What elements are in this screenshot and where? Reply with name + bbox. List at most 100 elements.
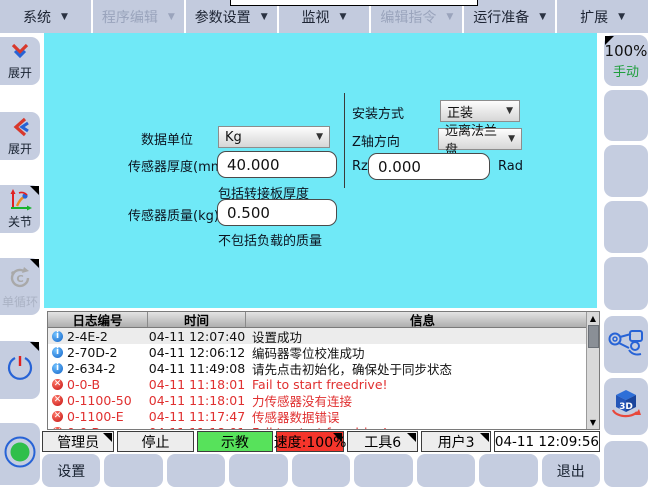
chevron-down-icon: ▼ [316,132,323,142]
bottom-empty-button[interactable] [229,454,287,487]
error-icon: ✕ [52,427,63,430]
record-button[interactable] [0,423,40,485]
joint-mode-button[interactable]: 关节 [0,185,40,233]
exit-button[interactable]: 退出 [542,454,600,487]
log-body: i2-4E-2 04-11 12:07:40 设置成功 i2-70D-2 04-… [48,328,599,429]
column-divider [344,93,345,188]
sensor-thickness-input[interactable] [217,151,337,178]
chevron-down-icon: ▼ [506,106,513,116]
sensor-thickness-label: 传感器厚度(mm) [128,156,228,175]
menu-label: 编辑指令 [380,7,436,27]
speed-mode-button[interactable]: 100% 手动 [604,35,648,86]
bottom-empty-button[interactable] [292,454,350,487]
bottom-empty-button[interactable] [354,454,412,487]
chevron-down-icon: ▼ [261,12,268,22]
run-state-badge: 停止 [117,431,193,452]
bottom-empty-button[interactable] [104,454,162,487]
rz-label: Rz [352,159,368,174]
info-icon: i [52,363,63,374]
info-icon: i [52,331,63,342]
mount-method-select[interactable]: 正装 ▼ [440,100,520,122]
3d-rotate-icon: 3D [608,388,644,426]
speed-percent: 100% [605,42,648,60]
datetime-display: 04-11 12:09:56 [494,431,600,452]
log-table: 日志编号 时间 信息 i2-4E-2 04-11 12:07:40 设置成功 i… [47,311,600,430]
chevron-down-icon: ▼ [539,12,546,22]
sidebar-empty-button[interactable] [604,201,648,253]
robot-joint-axes-icon [8,189,32,215]
speed-badge[interactable]: 速度:100% [276,431,344,452]
chevron-down-icon: ▼ [446,12,453,22]
table-row[interactable]: ✕0-0-B 04-11 11:18:01 Fail to start free… [48,424,599,429]
user-frame-badge[interactable]: 用户3 [421,431,490,452]
sensor-mass-input[interactable] [217,199,337,226]
sidebar-empty-button[interactable] [604,145,648,197]
mount-method-value: 正装 [447,102,473,121]
bottom-empty-button[interactable] [167,454,225,487]
svg-text:C: C [16,274,23,285]
chevron-down-icon: ▼ [168,12,175,22]
menu-system[interactable]: 系统 ▼ [0,0,93,33]
expand-down-label: 展开 [8,67,32,80]
menu-program-edit: 程序编辑 ▼ [93,0,186,33]
teach-mode-badge: 示教 [197,431,273,452]
expand-left-label: 展开 [8,143,32,156]
mount-method-label: 安装方式 [352,103,404,122]
single-cycle-label: 单循环 [2,296,38,309]
log-header-time: 时间 [148,312,246,327]
data-unit-label: 数据单位 [141,129,193,148]
bottom-empty-button[interactable] [479,454,537,487]
robot-camera-button[interactable] [604,316,648,373]
status-bar: 管理员 停止 示教 速度:100% 工具6 用户3 04-11 12:09:56 [42,431,600,452]
menu-label: 运行准备 [473,7,529,27]
table-row[interactable]: ✕0-1100-E 04-11 11:17:47 传感器数据错误 [48,408,599,424]
scroll-up-icon[interactable]: ▲ [587,312,600,325]
z-axis-direction-label: Z轴方向 [352,131,400,150]
double-chevron-down-icon [9,42,31,66]
menu-label: 监视 [302,7,330,27]
data-unit-select[interactable]: Kg ▼ [218,126,330,148]
expand-down-button[interactable]: 展开 [0,37,40,85]
z-axis-direction-select[interactable]: 远离法兰盘 ▼ [438,128,522,150]
chevron-down-icon: ▼ [61,12,68,22]
settings-button[interactable]: 设置 [42,454,100,487]
chevron-down-icon: ▼ [340,12,347,22]
single-cycle-button: C 单循环 [0,258,40,315]
power-button[interactable] [0,341,40,399]
log-scrollbar[interactable]: ▲ ▼ [586,312,599,429]
tool-badge[interactable]: 工具6 [347,431,418,452]
log-table-header: 日志编号 时间 信息 [48,312,599,328]
error-icon: ✕ [52,395,63,406]
sidebar-empty-button[interactable] [604,441,648,487]
sidebar-empty-button[interactable] [604,90,648,141]
expand-left-button[interactable]: 展开 [0,112,40,160]
mass-helper-text: 不包括负载的质量 [218,230,322,249]
menu-run-preparation[interactable]: 运行准备 ▼ [464,0,557,33]
log-header-msg: 信息 [246,312,599,327]
menu-label: 程序编辑 [102,7,158,27]
cube-3d-text: 3D [619,402,633,412]
log-header-id: 日志编号 [48,312,148,327]
scrollbar-thumb[interactable] [588,325,599,348]
bottom-empty-button[interactable] [417,454,475,487]
chevron-down-icon: ▼ [618,12,625,22]
double-chevron-left-icon [10,116,30,142]
sidebar-empty-button[interactable] [604,257,648,310]
menu-label: 系统 [23,7,51,27]
power-icon [5,353,35,387]
data-unit-value: Kg [225,130,242,145]
manual-mode-label: 手动 [613,61,639,80]
joint-mode-label: 关节 [8,216,32,229]
error-icon: ✕ [52,379,63,390]
table-row[interactable]: i2-634-2 04-11 11:49:08 请先点击初始化，确保处于同步状态 [48,360,599,376]
view-3d-button[interactable]: 3D [604,378,648,435]
clipped-window-edge [230,0,478,6]
chevron-down-icon: ▼ [508,134,515,144]
menu-extension[interactable]: 扩展 ▼ [557,0,648,33]
user-role-badge[interactable]: 管理员 [42,431,114,452]
robot-teach-pendant-screen: 系统 ▼ 程序编辑 ▼ 参数设置 ▼ 监视 ▼ 编辑指令 ▼ 运行准备 ▼ 扩展… [0,0,648,487]
rz-input[interactable] [368,153,490,180]
error-icon: ✕ [52,411,63,422]
menu-label: 参数设置 [195,7,251,27]
scroll-down-icon[interactable]: ▼ [587,416,600,429]
